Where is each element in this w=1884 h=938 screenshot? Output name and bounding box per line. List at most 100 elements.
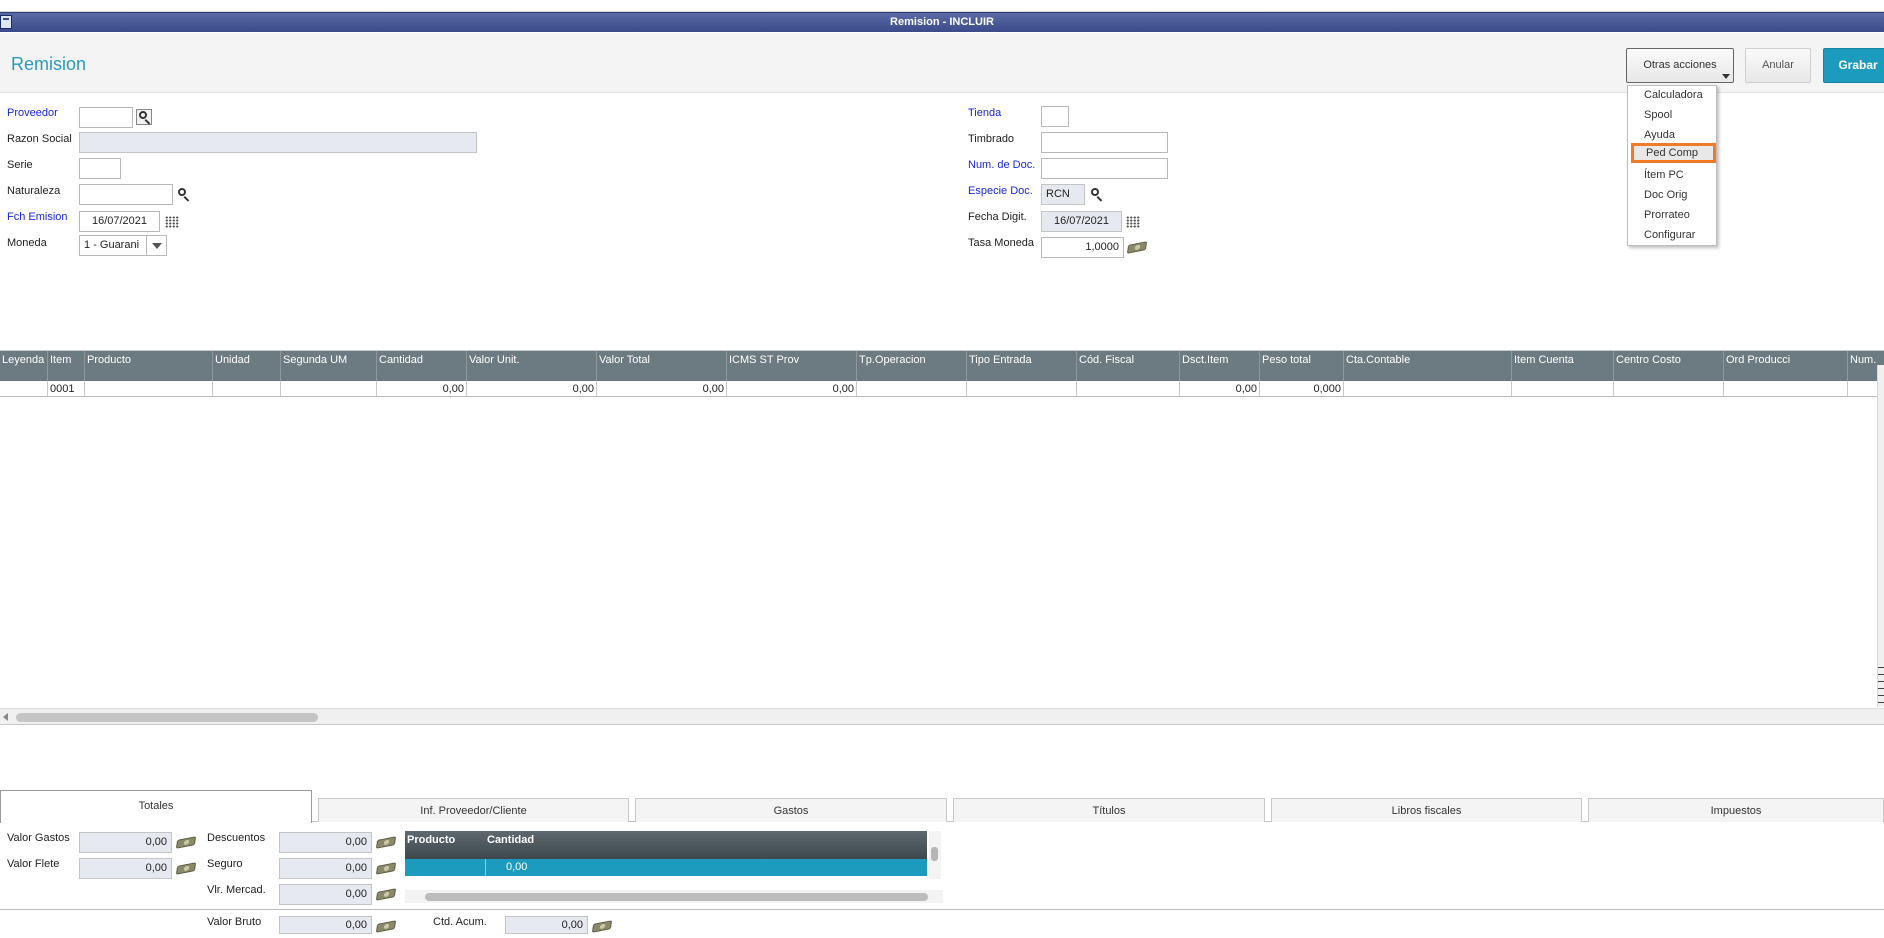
col-peso-total[interactable]: Peso total [1260,351,1344,381]
col-centro-costo[interactable]: Centro Costo [1614,351,1724,381]
serie-input[interactable] [79,158,121,179]
anular-button[interactable]: Anular [1745,48,1811,83]
cell-ord-producci[interactable] [1724,381,1848,397]
timbrado-input[interactable] [1041,132,1168,153]
mini-vertical-scrollbar[interactable] [929,831,941,879]
money-icon[interactable] [375,836,397,849]
col-ord-producci[interactable]: Ord Producci [1724,351,1848,381]
mini-horizontal-scrollbar[interactable] [405,890,943,903]
moneda-select[interactable]: 1 - Guarani [79,235,167,256]
mini-cell-cantidad[interactable]: 0,00 [506,859,527,876]
naturaleza-label: Naturaleza [7,185,61,197]
cell-unidad[interactable] [213,381,281,397]
scroll-left-icon[interactable] [3,713,8,721]
money-icon[interactable] [175,836,197,849]
proveedor-input[interactable] [79,107,133,128]
tab-impuestos[interactable]: Impuestos [1588,798,1884,822]
cell-num[interactable] [1848,381,1878,397]
menu-item-configurar[interactable]: Configurar [1644,229,1695,241]
menu-item-ped-comp[interactable]: Ped Comp [1631,143,1716,163]
scroll-thumb[interactable] [16,713,318,722]
naturaleza-search-icon[interactable] [176,187,192,203]
page-title: Remision [11,54,87,74]
cell-dsct-item[interactable]: 0,00 [1180,381,1260,397]
cell-leyenda[interactable] [0,381,48,397]
col-valor-unit[interactable]: Valor Unit. [467,351,597,381]
tasa-moneda-input[interactable]: 1,0000 [1041,237,1124,258]
grabar-button[interactable]: Grabar [1823,48,1884,83]
cell-item-cuenta[interactable] [1512,381,1614,397]
cell-cta-contable[interactable] [1344,381,1512,397]
num-doc-input[interactable] [1041,158,1168,179]
money-icon[interactable] [1126,241,1148,254]
col-item[interactable]: Item [48,351,85,381]
scroll-down-icon[interactable] [1878,681,1884,689]
tienda-input[interactable] [1041,106,1069,127]
tab-totales[interactable]: Totales [0,790,312,823]
cell-producto[interactable] [85,381,213,397]
tab-gastos[interactable]: Gastos [635,798,947,822]
scroll-end-icon[interactable] [1878,695,1884,703]
col-cta-contable[interactable]: Cta.Contable [1344,351,1512,381]
menu-item-doc-orig[interactable]: Doc Orig [1644,189,1687,201]
col-segunda-um[interactable]: Segunda UM [281,351,377,381]
money-icon[interactable] [375,862,397,875]
money-icon[interactable] [175,862,197,875]
tab-libros-fiscales[interactable]: Libros fiscales [1271,798,1582,822]
chevron-down-icon[interactable] [146,236,166,255]
col-num[interactable]: Num. [1848,351,1878,381]
col-unidad[interactable]: Unidad [213,351,281,381]
especie-search-icon[interactable] [1089,187,1105,203]
col-cantidad[interactable]: Cantidad [377,351,467,381]
col-tipo-entrada[interactable]: Tipo Entrada [967,351,1077,381]
cell-centro-costo[interactable] [1614,381,1724,397]
cell-item[interactable]: 0001 [48,381,85,397]
menu-item-prorrateo[interactable]: Prorrateo [1644,209,1690,221]
col-icms-st-prov[interactable]: ICMS ST Prov [727,351,857,381]
col-dsct-item[interactable]: Dsct.Item [1180,351,1260,381]
seguro-label: Seguro [207,858,243,870]
mini-col-cantidad[interactable]: Cantidad [487,834,534,846]
divider [0,909,1884,910]
calendar-icon[interactable] [165,216,179,228]
otras-acciones-button[interactable]: Otras acciones [1626,48,1734,83]
col-cod-fiscal[interactable]: Cód. Fiscal [1077,351,1180,381]
col-valor-total[interactable]: Valor Total [597,351,727,381]
col-item-cuenta[interactable]: Item Cuenta [1512,351,1614,381]
cell-valor-unit[interactable]: 0,00 [467,381,597,397]
calendar-icon[interactable] [1126,216,1140,228]
menu-item-spool[interactable]: Spool [1644,109,1672,121]
col-producto[interactable]: Producto [85,351,213,381]
tab-titulos[interactable]: Títulos [953,798,1265,822]
cell-valor-total[interactable]: 0,00 [597,381,727,397]
scroll-up-icon[interactable] [1878,667,1884,675]
mini-col-producto[interactable]: Producto [407,834,455,846]
col-leyenda[interactable]: Leyenda [0,351,48,381]
cell-icms-st-prov[interactable]: 0,00 [727,381,857,397]
menu-item-item-pc[interactable]: Ítem PC [1644,169,1684,181]
cell-cantidad[interactable]: 0,00 [377,381,467,397]
table-row[interactable]: 0001 0,00 0,00 0,00 0,00 0,00 0,000 [0,381,1878,397]
proveedor-search-icon[interactable] [136,109,152,125]
tab-inf-proveedor-cliente[interactable]: Inf. Proveedor/Cliente [318,798,629,822]
mini-grid-row[interactable]: 0,00 [405,859,927,876]
timbrado-label: Timbrado [968,133,1015,145]
cell-tp-operacion[interactable] [857,381,967,397]
cell-cod-fiscal[interactable] [1077,381,1180,397]
money-icon[interactable] [375,888,397,901]
grid-horizontal-scrollbar[interactable] [0,708,1884,724]
money-icon[interactable] [375,920,397,933]
grid-vertical-scrollbar[interactable] [1877,365,1884,707]
valor-gastos-field: 0,00 [79,832,172,853]
menu-item-ayuda[interactable]: Ayuda [1644,129,1675,141]
especie-doc-input[interactable]: RCN [1041,184,1085,205]
col-tp-operacion[interactable]: Tp.Operacion [857,351,967,381]
cell-peso-total[interactable]: 0,000 [1260,381,1344,397]
naturaleza-input[interactable] [79,184,173,205]
money-icon[interactable] [591,920,613,933]
fch-emision-input[interactable]: 16/07/2021 [79,211,160,232]
cell-tipo-entrada[interactable] [967,381,1077,397]
proveedor-label[interactable]: Proveedor [7,107,58,119]
cell-segunda-um[interactable] [281,381,377,397]
menu-item-calculadora[interactable]: Calculadora [1644,89,1703,101]
